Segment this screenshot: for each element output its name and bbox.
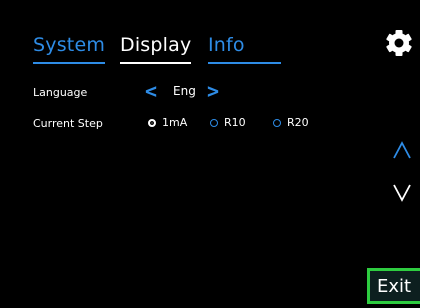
- chevron-up-icon[interactable]: [392, 140, 412, 166]
- exit-button[interactable]: Exit: [367, 268, 420, 304]
- current-step-option-r10[interactable]: R10: [210, 116, 246, 129]
- tab-system[interactable]: System: [33, 34, 106, 64]
- tab-display-underline: [120, 62, 192, 64]
- radio-selected-icon: [148, 118, 156, 127]
- tab-info-underline: [208, 62, 281, 64]
- current-step-label: Current Step: [33, 117, 103, 130]
- radio-unselected-icon: [210, 118, 218, 127]
- display-settings-screen: System Display Info Language < Eng > Cur…: [0, 0, 420, 308]
- language-value: Eng: [173, 84, 196, 98]
- option-label: 1mA: [162, 116, 188, 129]
- tab-info-label: Info: [208, 34, 245, 56]
- tab-display[interactable]: Display: [120, 34, 192, 64]
- language-prev-button[interactable]: <: [145, 79, 157, 103]
- tab-system-label: System: [33, 34, 106, 56]
- radio-unselected-icon: [273, 118, 281, 127]
- screen-border: [420, 0, 427, 308]
- current-step-option-r20[interactable]: R20: [273, 116, 309, 129]
- tab-info[interactable]: Info: [208, 34, 281, 64]
- gear-icon[interactable]: [385, 28, 413, 62]
- current-step-option-1ma[interactable]: 1mA: [148, 116, 187, 129]
- language-next-button[interactable]: >: [207, 79, 219, 103]
- language-label: Language: [33, 86, 88, 99]
- tab-system-underline: [33, 62, 106, 64]
- option-label: R20: [287, 116, 309, 129]
- chevron-down-icon[interactable]: [392, 182, 412, 208]
- option-label: R10: [224, 116, 246, 129]
- tab-display-label: Display: [120, 34, 192, 56]
